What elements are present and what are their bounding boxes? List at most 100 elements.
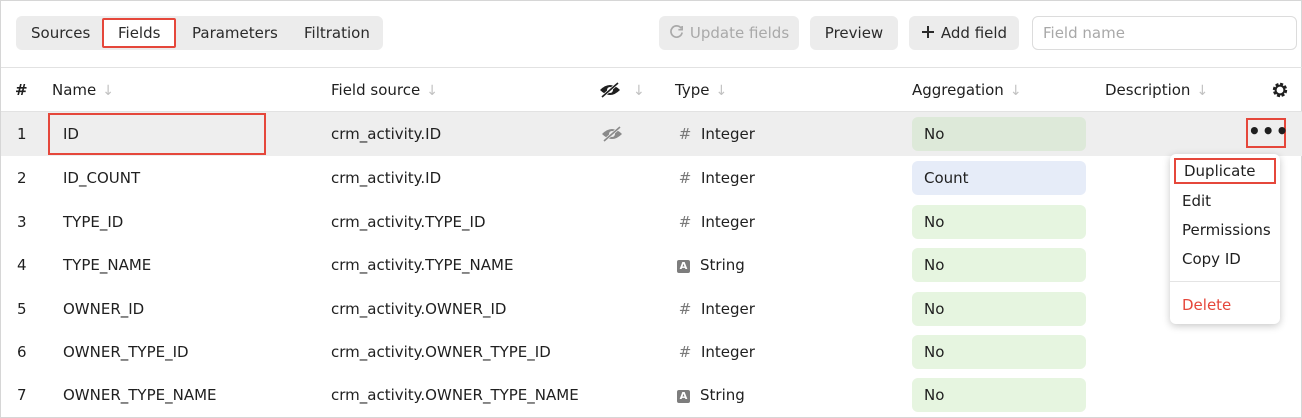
table-row[interactable]: 5 OWNER_ID crm_activity.OWNER_ID # Intege…	[1, 287, 1302, 331]
field-name-search-input[interactable]	[1032, 16, 1297, 50]
field-source[interactable]: crm_activity.OWNER_TYPE_NAME	[331, 373, 579, 417]
table-row[interactable]: 4 TYPE_NAME crm_activity.TYPE_NAME A Stri…	[1, 243, 1302, 287]
field-source[interactable]: crm_activity.ID	[331, 156, 441, 200]
table-row[interactable]: 6 OWNER_TYPE_ID crm_activity.OWNER_TYPE_…	[1, 330, 1302, 374]
table-row[interactable]: 2 ID_COUNT crm_activity.ID # Integer Coun…	[1, 156, 1302, 200]
field-type[interactable]: # Integer	[677, 330, 755, 374]
row-number: 5	[17, 300, 27, 318]
table-row[interactable]: 7 OWNER_TYPE_NAME crm_activity.OWNER_TYP…	[1, 373, 1302, 417]
string-type-icon: A	[677, 260, 690, 273]
aggregation-select[interactable]: No	[912, 335, 1086, 369]
header-visibility[interactable]: ↓	[599, 68, 645, 112]
type-label: Integer	[701, 343, 755, 361]
menu-item-duplicate[interactable]: Duplicate	[1174, 158, 1276, 184]
menu-item-copy-id[interactable]: Copy ID	[1182, 246, 1241, 272]
header-source-label: Field source	[331, 81, 421, 99]
aggregation-select[interactable]: No	[912, 248, 1086, 282]
field-source[interactable]: crm_activity.ID	[331, 112, 441, 156]
row-number: 2	[17, 169, 27, 187]
menu-item-permissions[interactable]: Permissions	[1182, 217, 1271, 243]
hidden-eye-icon[interactable]	[601, 112, 623, 156]
field-name[interactable]: ID	[63, 112, 79, 156]
integer-type-icon: #	[678, 343, 692, 361]
table-row[interactable]: 1 ID crm_activity.ID # Integer No •••	[1, 112, 1302, 156]
integer-type-icon: #	[678, 169, 692, 187]
header-field-source[interactable]: Field source ↓	[331, 68, 438, 112]
header-name-label: Name	[52, 81, 97, 99]
refresh-icon	[669, 16, 684, 50]
tab-parameters[interactable]: Parameters	[192, 16, 278, 50]
aggregation-select[interactable]: Count	[912, 161, 1086, 195]
field-type[interactable]: # Integer	[677, 287, 755, 331]
field-name[interactable]: OWNER_TYPE_ID	[63, 330, 189, 374]
field-name[interactable]: TYPE_ID	[63, 200, 123, 244]
update-fields-label: Update fields	[689, 24, 790, 42]
tab-bar: Sources Fields Parameters Filtration	[16, 16, 383, 50]
field-name[interactable]: ID_COUNT	[63, 156, 140, 200]
sort-arrow-icon[interactable]: ↓	[426, 83, 438, 99]
header-aggregation-label: Aggregation	[912, 81, 1004, 99]
menu-item-delete[interactable]: Delete	[1182, 292, 1231, 318]
string-type-icon: A	[677, 390, 690, 403]
integer-type-icon: #	[678, 300, 692, 318]
row-number: 6	[17, 343, 27, 361]
header-aggregation[interactable]: Aggregation ↓	[912, 68, 1022, 112]
header-name[interactable]: Name ↓	[52, 68, 114, 112]
table-row[interactable]: 3 TYPE_ID crm_activity.TYPE_ID # Integer …	[1, 200, 1302, 244]
field-type[interactable]: A String	[677, 373, 745, 417]
header-type-label: Type	[675, 81, 710, 99]
row-number: 4	[17, 256, 27, 274]
field-name[interactable]: OWNER_TYPE_NAME	[63, 373, 217, 417]
tab-filtration[interactable]: Filtration	[304, 16, 370, 50]
sort-arrow-icon[interactable]: ↓	[1196, 83, 1208, 99]
header-num: #	[15, 81, 28, 99]
type-label: Integer	[701, 213, 755, 231]
row-number: 3	[17, 213, 27, 231]
menu-divider	[1170, 281, 1280, 282]
field-name[interactable]: TYPE_NAME	[63, 243, 151, 287]
menu-item-edit[interactable]: Edit	[1182, 188, 1211, 214]
preview-button[interactable]: Preview	[810, 16, 898, 50]
sort-arrow-icon[interactable]: ↓	[715, 83, 727, 99]
row-number: 7	[17, 386, 27, 404]
name-highlight-box	[48, 113, 266, 155]
header-type[interactable]: Type ↓	[675, 68, 727, 112]
sort-arrow-icon[interactable]: ↓	[633, 83, 645, 99]
field-type[interactable]: A String	[677, 243, 745, 287]
type-label: String	[700, 386, 745, 404]
field-type[interactable]: # Integer	[677, 156, 755, 200]
integer-type-icon: #	[678, 125, 692, 143]
header-description[interactable]: Description ↓	[1105, 68, 1208, 112]
tab-sources[interactable]: Sources	[31, 16, 90, 50]
tab-fields[interactable]: Fields	[102, 18, 177, 48]
add-field-button[interactable]: Add field	[909, 16, 1019, 50]
more-actions-button[interactable]: •••	[1246, 118, 1288, 148]
field-type[interactable]: # Integer	[677, 112, 755, 156]
sort-arrow-icon[interactable]: ↓	[1010, 83, 1022, 99]
aggregation-select[interactable]: No	[912, 378, 1086, 412]
type-label: Integer	[701, 125, 755, 143]
integer-type-icon: #	[678, 213, 692, 231]
field-name[interactable]: OWNER_ID	[63, 287, 144, 331]
toolbar: Sources Fields Parameters Filtration Upd…	[1, 1, 1302, 67]
field-source[interactable]: crm_activity.OWNER_ID	[331, 287, 506, 331]
type-label: Integer	[701, 169, 755, 187]
field-source[interactable]: crm_activity.TYPE_ID	[331, 200, 486, 244]
table-header: # Name ↓ Field source ↓ ↓ Type ↓ Aggregatio…	[1, 67, 1302, 112]
aggregation-select[interactable]: No	[912, 205, 1086, 239]
field-source[interactable]: crm_activity.OWNER_TYPE_ID	[331, 330, 551, 374]
plus-icon	[921, 16, 935, 50]
field-type[interactable]: # Integer	[677, 200, 755, 244]
sort-arrow-icon[interactable]: ↓	[102, 83, 114, 99]
header-description-label: Description	[1105, 81, 1191, 99]
type-label: Integer	[701, 300, 755, 318]
settings-gear-icon[interactable]	[1270, 69, 1290, 113]
type-label: String	[700, 256, 745, 274]
aggregation-select[interactable]: No	[912, 292, 1086, 326]
update-fields-button[interactable]: Update fields	[659, 16, 799, 50]
field-source[interactable]: crm_activity.TYPE_NAME	[331, 243, 513, 287]
hidden-eye-icon	[599, 81, 621, 99]
dataset-fields-panel: Sources Fields Parameters Filtration Upd…	[0, 0, 1302, 418]
row-number: 1	[17, 125, 27, 143]
aggregation-select[interactable]: No	[912, 117, 1086, 151]
